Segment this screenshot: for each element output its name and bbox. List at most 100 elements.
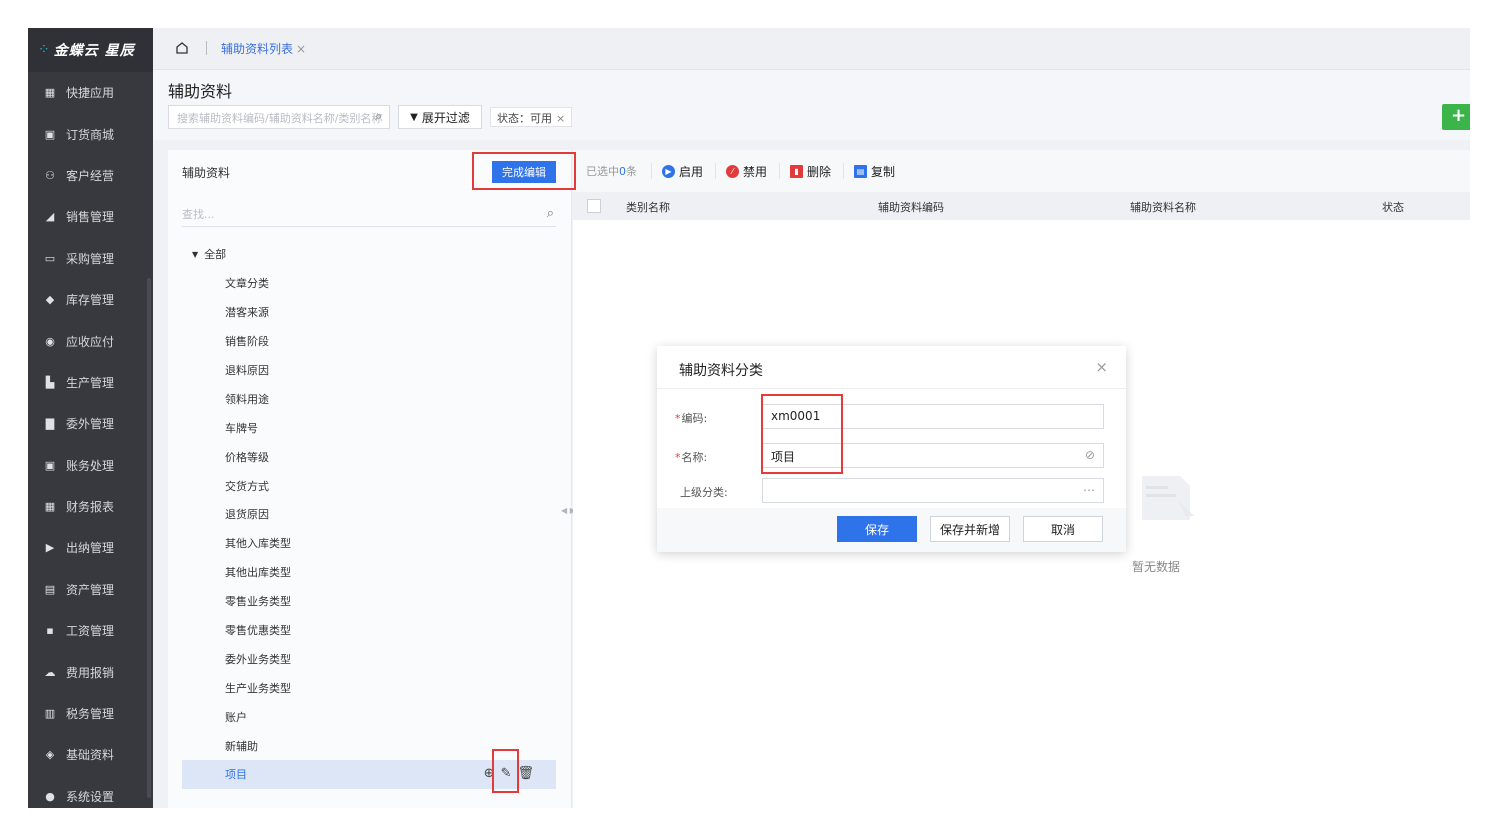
sidebar-item[interactable]: ▶ 出纳管理 — [28, 527, 153, 568]
tree-node[interactable]: 退料原因 — [182, 356, 556, 385]
sidebar-item-label: 出纳管理 — [66, 541, 115, 556]
sidebar-item[interactable]: ▇ 委外管理 — [28, 403, 153, 444]
save-and-new-button[interactable]: 保存并新增 — [930, 516, 1010, 542]
column-header-name[interactable]: 辅助资料名称 — [1130, 199, 1196, 215]
tree-search-input[interactable]: 查找... ⌕ — [182, 201, 556, 227]
sidebar-item[interactable]: ▣ 账务处理 — [28, 445, 153, 486]
tree-node[interactable]: 零售业务类型 — [182, 587, 556, 616]
status-filter-chip[interactable]: 状态：可用 × — [490, 107, 573, 127]
tree-node[interactable]: 退货原因 — [182, 500, 556, 529]
sidebar-item[interactable]: ▥ 税务管理 — [28, 693, 153, 734]
sidebar-item-label: 税务管理 — [66, 707, 115, 722]
home-icon[interactable] — [175, 41, 189, 55]
sidebar-item[interactable]: ▭ 采购管理 — [28, 238, 153, 279]
tree-node[interactable]: 其他出库类型 — [182, 558, 556, 587]
tree-node[interactable]: 车牌号 — [182, 413, 556, 442]
tree-node[interactable]: 价格等级 — [182, 442, 556, 471]
sidebar-item[interactable]: ▤ 资产管理 — [28, 569, 153, 610]
disable-button[interactable]: ⁄ 禁用 — [715, 163, 767, 179]
select-all-checkbox[interactable] — [587, 199, 601, 213]
tree-node[interactable]: 其他入库类型 — [182, 529, 556, 558]
logo[interactable]: ⁘ 金蝶云 星辰 — [28, 28, 153, 72]
selection-count: 已选中0条 — [586, 163, 637, 179]
tree-node[interactable]: 销售阶段 — [182, 327, 556, 356]
sidebar-item[interactable]: ▦ 快捷应用 — [28, 72, 153, 113]
sidebar-item[interactable]: ◉ 应收应付 — [28, 320, 153, 361]
empty-document-icon — [1142, 476, 1194, 520]
tree-node[interactable]: 领料用途 — [182, 384, 556, 413]
copy-button[interactable]: ▤ 复制 — [843, 163, 895, 179]
code-input[interactable]: xm0001 — [762, 404, 1104, 429]
sidebar-item[interactable]: ☁ 费用报销 — [28, 651, 153, 692]
parent-category-input[interactable]: ⋯ — [762, 478, 1104, 503]
translate-icon[interactable]: ⊘ — [1085, 448, 1095, 462]
tree-node[interactable]: 文章分类 — [182, 269, 556, 298]
tree-node[interactable]: 委外业务类型 — [182, 644, 556, 673]
search-icon[interactable]: ⌕ — [547, 206, 554, 221]
sidebar-item[interactable]: ◢ 销售管理 — [28, 196, 153, 237]
sidebar: ⁘ 金蝶云 星辰 ▦ 快捷应用 ▣ 订货商城 ⚇ 客户经营 ◢ 销售管理 ▭ 采购管理 ◆ 库存管理 ◉… — [28, 28, 153, 808]
box-icon: ◆ — [45, 293, 55, 307]
add-circle-icon[interactable]: ⊕ — [484, 766, 495, 781]
enable-button[interactable]: ▶ 启用 — [651, 163, 703, 179]
tree-node-label: 其他入库类型 — [225, 537, 291, 551]
chip-close-icon[interactable]: × — [556, 112, 565, 125]
sidebar-item[interactable]: ▦ 财务报表 — [28, 486, 153, 527]
sidebar-item[interactable]: ◈ 基础资料 — [28, 734, 153, 775]
app-frame: ⁘ 金蝶云 星辰 ▦ 快捷应用 ▣ 订货商城 ⚇ 客户经营 ◢ 销售管理 ▭ 采购管理 ◆ 库存管理 ◉… — [28, 28, 1470, 808]
tab-auxiliary-list[interactable]: 辅助资料列表 × — [221, 40, 306, 57]
caret-down-icon[interactable]: ▼ — [192, 250, 198, 259]
sidebar-item[interactable]: ⚇ 客户经营 — [28, 155, 153, 196]
sidebar-item[interactable]: ▪ 工资管理 — [28, 610, 153, 651]
tree-node[interactable]: 生产业务类型 — [182, 673, 556, 702]
tree-node-label: 委外业务类型 — [225, 652, 291, 666]
required-mark: * — [675, 451, 681, 464]
name-input[interactable]: 项目 ⊘ — [762, 443, 1104, 468]
tree-node[interactable]: 潜客来源 — [182, 298, 556, 327]
delete-button[interactable]: ▮ 删除 — [779, 163, 831, 179]
sidebar-item-label: 资产管理 — [66, 582, 115, 597]
tree-root-label: 全部 — [204, 248, 227, 262]
sidebar-item[interactable]: ▣ 订货商城 — [28, 113, 153, 154]
edit-icon[interactable]: ✎ — [501, 766, 512, 781]
finish-edit-button[interactable]: 完成编辑 — [492, 161, 556, 183]
sidebar-item[interactable]: ▙ 生产管理 — [28, 362, 153, 403]
page-header: 辅助资料 搜索辅助资料编码/辅助资料名称/类别名称 ⌕ ▼ 展开过滤 状态：可用 × … — [153, 70, 1470, 140]
tree-node[interactable]: 项目 ⊕ ✎ 🗑 — [182, 760, 556, 789]
cancel-button[interactable]: 取消 — [1023, 516, 1103, 542]
table-toolbar: 已选中0条 ▶ 启用 ⁄ 禁用 ▮ 删除 ▤ 复制 — [573, 150, 1470, 192]
close-icon[interactable]: × — [1095, 358, 1108, 376]
tab-close-icon[interactable]: × — [296, 42, 306, 56]
sidebar-item[interactable]: ● 系统设置 — [28, 776, 153, 808]
column-header-status[interactable]: 状态 — [1382, 199, 1404, 215]
tree-node-label: 文章分类 — [225, 277, 269, 291]
copy-label: 复制 — [871, 164, 896, 179]
sidebar-item[interactable]: ◆ 库存管理 — [28, 279, 153, 320]
sidebar-item-label: 采购管理 — [66, 251, 115, 266]
add-button[interactable]: + — [1442, 104, 1470, 130]
tree-node-label: 销售阶段 — [225, 335, 269, 349]
trash-icon[interactable]: 🗑 — [517, 766, 534, 781]
save-button[interactable]: 保存 — [837, 516, 917, 542]
tree-node-list: 文章分类潜客来源销售阶段退料原因领料用途 车牌号 价格等级 交货方式 退货原因其他入库类… — [182, 269, 556, 789]
column-header-code[interactable]: 辅助资料编码 — [878, 199, 944, 215]
search-placeholder: 搜索辅助资料编码/辅助资料名称/类别名称 — [177, 112, 383, 125]
column-header-category[interactable]: 类别名称 — [626, 199, 670, 215]
tree-root[interactable]: ▼ 全部 — [182, 240, 556, 269]
sidebar-scrollbar[interactable] — [147, 278, 151, 798]
tree-node-label: 新辅助 — [225, 739, 258, 753]
tree-node-label: 退料原因 — [225, 364, 269, 377]
more-icon[interactable]: ⋯ — [1083, 483, 1095, 497]
tree-node[interactable]: 新辅助 — [182, 731, 556, 760]
tree-node[interactable]: 零售优惠类型 — [182, 616, 556, 645]
tree-node-label: 潜客来源 — [225, 306, 269, 320]
search-icon[interactable]: ⌕ — [375, 109, 382, 124]
tree-node[interactable]: 交货方式 — [182, 471, 556, 500]
bag-icon: ▣ — [44, 127, 56, 141]
tree-node[interactable]: 账户 — [182, 702, 556, 731]
search-input[interactable]: 搜索辅助资料编码/辅助资料名称/类别名称 ⌕ — [168, 105, 390, 129]
grid-icon: ▦ — [44, 86, 56, 100]
name-value: 项目 — [771, 450, 796, 464]
sidebar-item-label: 应收应付 — [66, 334, 115, 349]
expand-filter-button[interactable]: ▼ 展开过滤 — [398, 105, 482, 129]
